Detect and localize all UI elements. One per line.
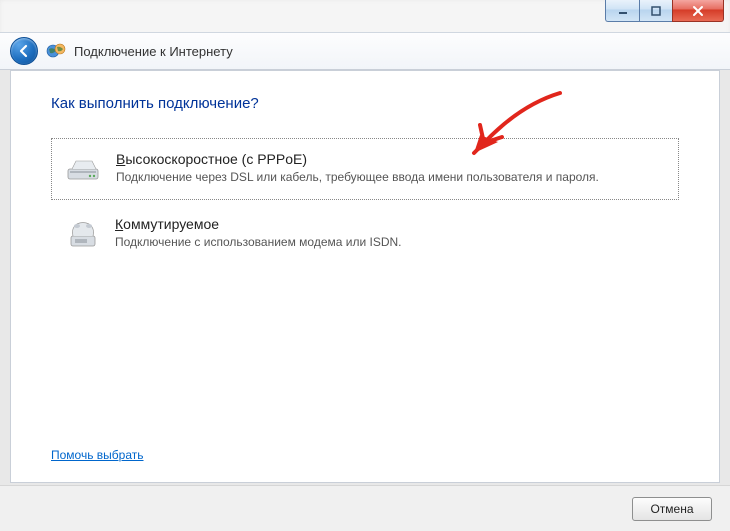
minimize-button[interactable]	[605, 0, 639, 22]
help-link[interactable]: Помочь выбрать	[51, 448, 144, 462]
phone-modem-icon	[65, 216, 101, 252]
window-controls	[605, 0, 724, 22]
option-dialup[interactable]: Коммутируемое Подключение с использовани…	[51, 204, 679, 264]
close-button[interactable]	[672, 0, 724, 22]
option-dialup-text: Коммутируемое Подключение с использовани…	[115, 216, 665, 250]
wizard-window: Подключение к Интернету Как выполнить по…	[0, 0, 730, 531]
modem-icon	[66, 151, 102, 187]
titlebar	[0, 0, 730, 32]
option-dialup-title: Коммутируемое	[115, 216, 665, 232]
globe-icon	[46, 41, 66, 61]
content-area: Как выполнить подключение? Высокоскорост…	[10, 70, 720, 483]
option-pppoe-text: Высокоскоростное (с PPPoE) Подключение ч…	[116, 151, 664, 185]
option-dialup-desc: Подключение с использованием модема или …	[115, 234, 665, 250]
cancel-button[interactable]: Отмена	[632, 497, 712, 521]
window-title: Подключение к Интернету	[74, 44, 233, 59]
back-button[interactable]	[10, 37, 38, 65]
page-heading: Как выполнить подключение?	[51, 95, 679, 112]
maximize-button[interactable]	[639, 0, 673, 22]
header-bar: Подключение к Интернету	[0, 32, 730, 70]
option-pppoe[interactable]: Высокоскоростное (с PPPoE) Подключение ч…	[51, 138, 679, 200]
footer-bar: Отмена	[0, 485, 730, 531]
option-pppoe-title: Высокоскоростное (с PPPoE)	[116, 151, 664, 167]
option-pppoe-desc: Подключение через DSL или кабель, требую…	[116, 169, 664, 185]
